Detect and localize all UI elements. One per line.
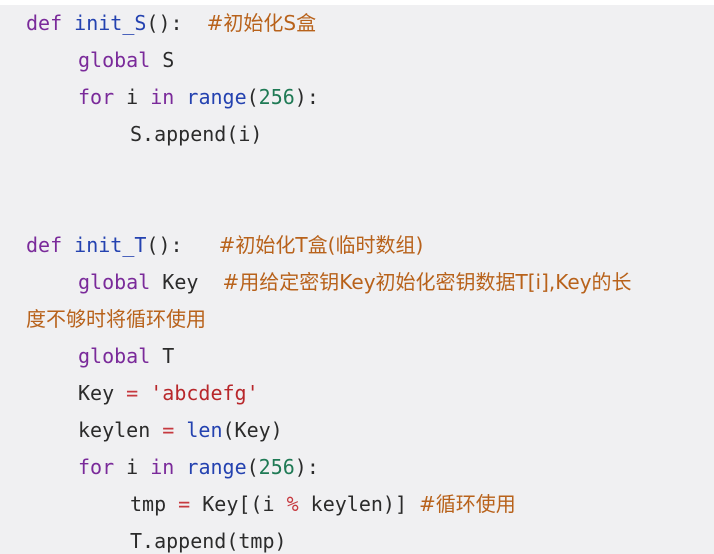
operator: = xyxy=(126,381,139,405)
keyword: global xyxy=(78,344,151,368)
identifier: i xyxy=(126,85,139,109)
keyword: for xyxy=(78,455,115,479)
identifier: Key xyxy=(78,381,115,405)
operator: = xyxy=(178,492,191,516)
code-line-global-t: global T xyxy=(26,338,714,375)
function-name: init_T xyxy=(74,233,147,257)
comment: 度不够时将循环使用 xyxy=(26,307,206,331)
keyword: for xyxy=(78,85,115,109)
function-name: range xyxy=(186,85,247,109)
comment: #初始化T盒(临时数组) xyxy=(218,233,424,257)
comment: #用给定密钥Key初始化密钥数据T[i],Key的长 xyxy=(222,270,632,294)
punctuation: (): xyxy=(146,233,183,257)
operator: = xyxy=(162,418,175,442)
code-line-for-loop: for i in range(256): xyxy=(26,449,714,486)
keyword: def xyxy=(26,11,63,35)
punctuation: ): xyxy=(294,455,319,479)
comment-continuation: 度不够时将循环使用 xyxy=(26,301,714,338)
code-line-key-assign: Key = 'abcdefg' xyxy=(26,375,714,412)
number-literal: 256 xyxy=(258,85,295,109)
identifier: i xyxy=(126,455,139,479)
keyword: in xyxy=(150,85,175,109)
expression: Key[(i xyxy=(202,492,275,516)
identifier: Key xyxy=(162,270,199,294)
operator: % xyxy=(286,492,299,516)
statement: T.append(tmp) xyxy=(130,529,287,553)
punctuation: ( xyxy=(246,85,259,109)
function-name: range xyxy=(186,455,247,479)
identifier: T xyxy=(162,344,175,368)
identifier: S xyxy=(162,48,175,72)
code-line-global-s: global S xyxy=(26,42,714,79)
punctuation: ): xyxy=(294,85,319,109)
identifier: keylen xyxy=(78,418,151,442)
function-name: init_S xyxy=(74,11,147,35)
number-literal: 256 xyxy=(258,455,295,479)
punctuation: ( xyxy=(246,455,259,479)
keyword: def xyxy=(26,233,63,257)
comment: #初始化S盒 xyxy=(206,11,317,35)
keyword: in xyxy=(150,455,175,479)
code-line-t-append: T.append(tmp) xyxy=(26,523,714,554)
code-line-s-append: S.append(i) xyxy=(26,116,714,153)
comment: #循环使用 xyxy=(419,492,516,516)
keyword: global xyxy=(78,270,151,294)
argument: (Key) xyxy=(222,418,283,442)
statement: S.append(i) xyxy=(130,122,263,146)
string-literal: 'abcdefg' xyxy=(150,381,259,405)
function-name: len xyxy=(186,418,223,442)
expression: keylen)] xyxy=(310,492,407,516)
code-line-for-loop: for i in range(256): xyxy=(26,79,714,116)
code-line-def-init-t: def init_T(): #初始化T盒(临时数组) xyxy=(26,227,714,264)
code-block: def init_S(): #初始化S盒 global S for i in r… xyxy=(0,5,714,554)
keyword: global xyxy=(78,48,151,72)
identifier: tmp xyxy=(130,492,167,516)
code-line-tmp-assign: tmp = Key[(i % keylen)] #循环使用 xyxy=(26,486,714,523)
punctuation: (): xyxy=(146,11,183,35)
code-line-global-key: global Key #用给定密钥Key初始化密钥数据T[i],Key的长 xyxy=(26,264,714,301)
code-line-def-init-s: def init_S(): #初始化S盒 xyxy=(26,5,714,42)
code-line-keylen-assign: keylen = len(Key) xyxy=(26,412,714,449)
